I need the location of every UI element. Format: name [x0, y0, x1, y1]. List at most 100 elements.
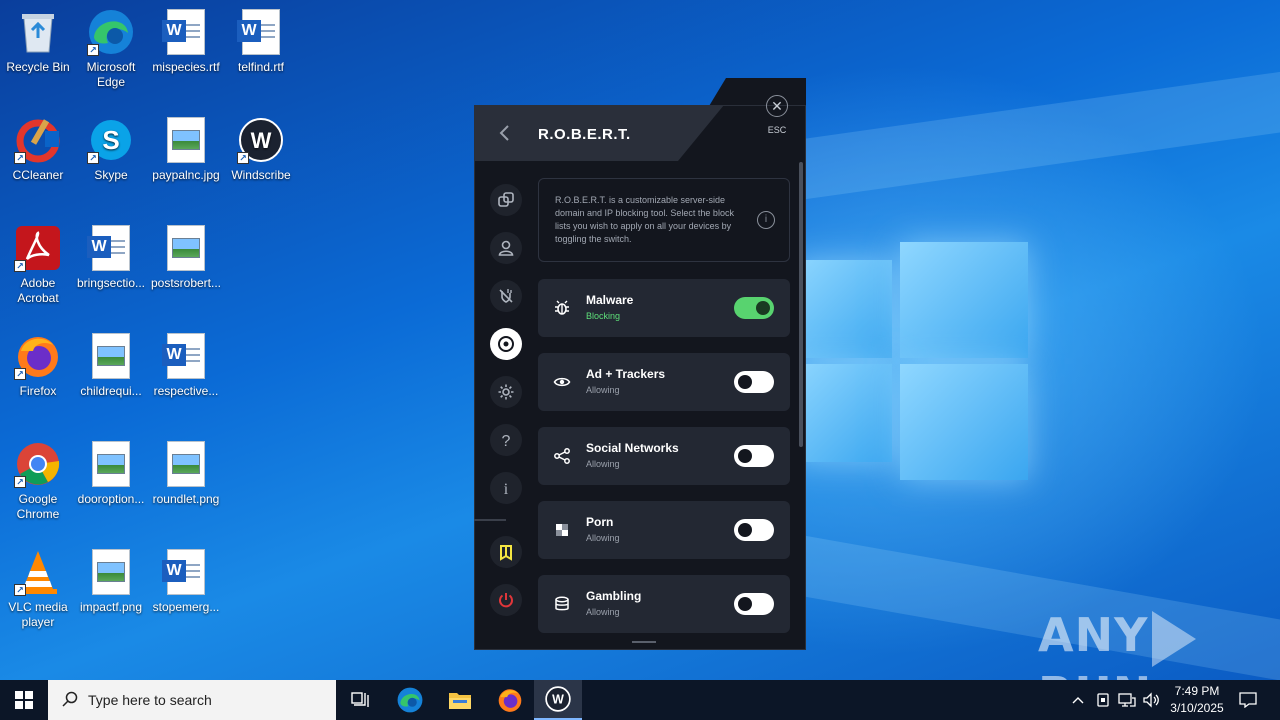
- desktop-icon-label: telfind.rtf: [237, 60, 285, 74]
- windscribe-logo-icon: [500, 545, 512, 561]
- firewall-icon: [499, 289, 513, 303]
- desktop-icon-telfind[interactable]: W telfind.rtf: [223, 8, 299, 75]
- windows-logo-graphic: [792, 236, 1032, 486]
- desktop-icon-impactf[interactable]: impactf.png: [73, 548, 149, 615]
- notifications-button[interactable]: [1234, 680, 1262, 720]
- social-networks-toggle[interactable]: [734, 445, 774, 467]
- play-icon: [1152, 610, 1197, 667]
- desktop-icon-bringsection[interactable]: W bringsectio...: [73, 224, 149, 291]
- desktop-icon-label: CCleaner: [12, 168, 64, 182]
- list-scrollbar[interactable]: [799, 162, 803, 447]
- speaker-icon: [1143, 692, 1159, 708]
- close-icon: ✕: [771, 98, 783, 114]
- show-hidden-icons-button[interactable]: [1068, 680, 1088, 720]
- desktop-icon-acrobat[interactable]: ↗ Adobe Acrobat: [0, 224, 76, 306]
- desktop-icon-firefox[interactable]: ↗ Firefox: [0, 332, 76, 399]
- settings-icon: [498, 384, 514, 400]
- word-doc-icon: W: [162, 548, 210, 596]
- blocklist-row-gambling: Gambling Allowing: [538, 575, 790, 633]
- desktop-icon-ccleaner[interactable]: ↗ CCleaner: [0, 116, 76, 183]
- sidebar-about-button[interactable]: i: [490, 472, 522, 504]
- sidebar-windscribe-button[interactable]: [490, 536, 522, 568]
- desktop-icon-label: Adobe Acrobat: [17, 276, 59, 305]
- sidebar-robert-button[interactable]: [490, 328, 522, 360]
- word-doc-icon: W: [162, 332, 210, 380]
- pixelated-icon: [552, 520, 572, 540]
- sidebar-connection-button[interactable]: [490, 184, 522, 216]
- blocklist-title: Gambling: [586, 589, 642, 603]
- image-file-icon: [87, 332, 135, 380]
- porn-toggle[interactable]: [734, 519, 774, 541]
- clock-date: 3/10/2025: [1170, 701, 1224, 715]
- blocklist-status: Allowing: [586, 607, 620, 617]
- desktop-icon-postsrobert[interactable]: postsrobert...: [148, 224, 224, 291]
- window-resize-grip[interactable]: [632, 641, 656, 643]
- sidebar-help-button[interactable]: ?: [490, 424, 522, 456]
- ad-trackers-toggle[interactable]: [734, 371, 774, 393]
- desktop-icon-dooroption[interactable]: dooroption...: [73, 440, 149, 507]
- blocklist-row-social-networks: Social Networks Allowing: [538, 427, 790, 485]
- close-button[interactable]: ✕: [766, 95, 788, 117]
- tray-volume-button[interactable]: [1140, 680, 1162, 720]
- image-file-icon: [162, 224, 210, 272]
- tray-network-button[interactable]: [1116, 680, 1138, 720]
- taskbar-firefox-button[interactable]: [486, 680, 534, 720]
- desktop-icon-label: bringsectio...: [76, 276, 146, 290]
- desktop-icon-label: childrequi...: [80, 384, 142, 398]
- desktop-icon-edge[interactable]: ↗ Microsoft Edge: [73, 8, 149, 90]
- task-view-icon: [351, 692, 369, 707]
- desktop-icon-paypalnc[interactable]: paypalnc.jpg: [148, 116, 224, 183]
- desktop-icon-vlc[interactable]: ↗ VLC media player: [0, 548, 76, 630]
- task-view-button[interactable]: [336, 680, 384, 720]
- desktop-icon-skype[interactable]: S ↗ Skype: [73, 116, 149, 183]
- skype-icon: S ↗: [87, 116, 135, 164]
- taskbar-windscribe-button[interactable]: W: [534, 680, 582, 720]
- desktop-icon-stopemerg[interactable]: W stopemerg...: [148, 548, 224, 615]
- sidebar-firewall-button[interactable]: [490, 280, 522, 312]
- desktop-icon-roundlet[interactable]: roundlet.png: [148, 440, 224, 507]
- image-file-icon: [87, 548, 135, 596]
- folder-icon: [449, 693, 471, 709]
- desktop-icon-label: impactf.png: [79, 600, 143, 614]
- blocklist-status: Allowing: [586, 385, 620, 395]
- notification-icon: [1239, 692, 1257, 708]
- info-icon: i: [504, 481, 509, 497]
- desktop-icon-label: paypalnc.jpg: [152, 168, 220, 182]
- chrome-icon: ↗: [14, 440, 62, 488]
- info-link-icon[interactable]: i: [757, 211, 775, 229]
- taskbar-search-box[interactable]: Type here to search: [48, 680, 336, 720]
- blocklist-row-ad-trackers: Ad + Trackers Allowing: [538, 353, 790, 411]
- malware-toggle[interactable]: [734, 297, 774, 319]
- sidebar-account-button[interactable]: [490, 232, 522, 264]
- blocklist-row-porn: Porn Allowing: [538, 501, 790, 559]
- desktop-icon-label: Microsoft Edge: [86, 60, 136, 89]
- robert-info-card: R.O.B.E.R.T. is a customizable server-si…: [538, 178, 790, 262]
- desktop-icon-recycle-bin[interactable]: Recycle Bin: [0, 8, 76, 75]
- sidebar-divider: [474, 519, 506, 521]
- sidebar-power-button[interactable]: [490, 584, 522, 616]
- start-button[interactable]: [0, 680, 48, 720]
- tray-device-button[interactable]: [1092, 680, 1114, 720]
- image-file-icon: [162, 440, 210, 488]
- taskbar: Type here to search W 7:49 PM 3/10/2025: [0, 680, 1280, 720]
- image-file-icon: [87, 440, 135, 488]
- back-button[interactable]: [494, 121, 516, 145]
- desktop-icon-childrequi[interactable]: childrequi...: [73, 332, 149, 399]
- desktop-icon-label: Skype: [94, 168, 128, 182]
- taskbar-edge-button[interactable]: [386, 680, 434, 720]
- desktop-icon-label: stopemerg...: [152, 600, 220, 614]
- desktop-icon-chrome[interactable]: ↗ Google Chrome: [0, 440, 76, 522]
- sidebar-settings-button[interactable]: [490, 376, 522, 408]
- desktop-icon-label: VLC media player: [8, 600, 68, 629]
- taskbar-clock[interactable]: 7:49 PM 3/10/2025: [1162, 683, 1232, 717]
- desktop-icon-respective[interactable]: W respective...: [148, 332, 224, 399]
- blocklist-status: Allowing: [586, 533, 620, 543]
- gambling-toggle[interactable]: [734, 593, 774, 615]
- desktop-icon-windscribe[interactable]: W ↗ Windscribe: [223, 116, 299, 183]
- esc-label: ESC: [767, 125, 787, 135]
- desktop-icon-mispecies[interactable]: W mispecies.rtf: [148, 8, 224, 75]
- taskbar-file-explorer-button[interactable]: [436, 680, 484, 720]
- chevron-up-icon: [1072, 697, 1084, 704]
- word-doc-icon: W: [237, 8, 285, 56]
- desktop-icon-label: dooroption...: [77, 492, 145, 506]
